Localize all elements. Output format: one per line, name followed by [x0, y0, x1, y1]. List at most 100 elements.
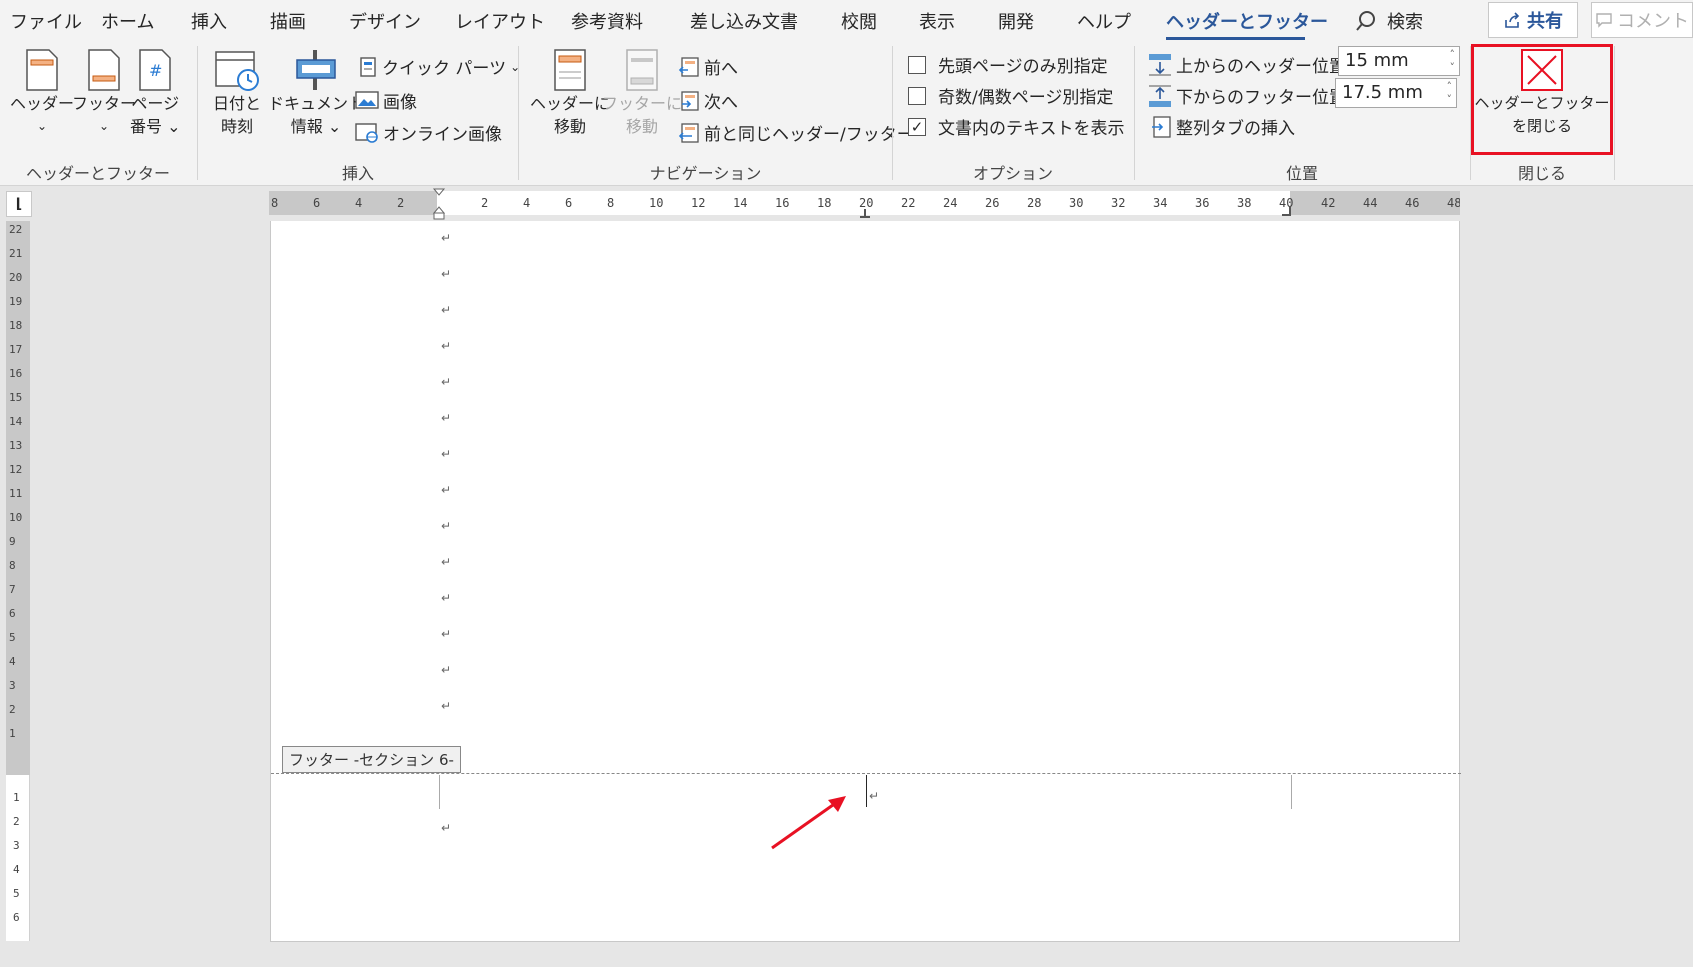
tab-references[interactable]: 参考資料: [571, 8, 643, 34]
go-to-footer-label-1: フッターに: [602, 94, 683, 113]
vruler-tick-label: 9: [9, 535, 16, 548]
footer-section-tag: フッター -セクション 6-: [282, 746, 461, 773]
vruler-tick-label: 15: [9, 391, 23, 404]
insert-alignment-tab-label: 整列タブの挿入: [1176, 119, 1295, 139]
show-document-text-checkbox[interactable]: ✓ 文書内のテキストを表示: [908, 114, 1125, 139]
tab-header-footer[interactable]: ヘッダーとフッター: [1166, 8, 1328, 34]
tab-review[interactable]: 校閲: [841, 8, 877, 34]
group-label-navigation: ナビゲーション: [649, 164, 762, 183]
vruler-tick-label: 16: [9, 367, 23, 380]
vruler-tick-label: 6: [9, 607, 16, 620]
vruler-tick-label: 11: [9, 487, 23, 500]
tab-home[interactable]: ホーム: [101, 8, 154, 34]
paragraph-mark: ↵: [441, 663, 452, 677]
tab-layout[interactable]: レイアウト: [455, 8, 545, 34]
link-to-previous-label: 前と同じヘッダー/フッター: [704, 125, 914, 145]
go-to-header-button[interactable]: ヘッダーに 移動: [530, 48, 610, 138]
paragraph-mark: ↵: [441, 303, 452, 317]
document-info-label-2: 情報 ⌄: [290, 117, 342, 136]
image-label: 画像: [383, 93, 417, 113]
header-button-label: ヘッダー: [10, 94, 75, 113]
online-image-button[interactable]: オンライン画像: [355, 120, 502, 145]
image-button[interactable]: 画像: [355, 88, 417, 113]
link-to-previous-button[interactable]: 前と同じヘッダー/フッター: [678, 120, 914, 145]
page-number-label-1: ページ: [131, 94, 180, 113]
ruler-tick-label: 12: [691, 196, 706, 210]
tab-file[interactable]: ファイル: [10, 8, 82, 34]
tab-selector[interactable]: ⌊: [6, 191, 32, 217]
left-margin-bracket: [439, 775, 440, 809]
paragraph-mark: ↵: [441, 483, 452, 497]
paragraph-mark: ↵: [441, 699, 452, 713]
quick-parts-button[interactable]: クイック パーツ ⌄: [358, 54, 520, 79]
ruler-tick-label: 2: [481, 196, 489, 210]
vruler-tick-label: 10: [9, 511, 23, 524]
different-first-page-label: 先頭ページのみ別指定: [938, 57, 1108, 77]
spinner-arrows-icon[interactable]: ˄ ˅: [1447, 80, 1453, 106]
comment-button[interactable]: コメント: [1591, 2, 1693, 38]
search-box[interactable]: 検索: [1355, 8, 1423, 34]
search-icon: [1356, 11, 1375, 31]
previous-section-icon: [678, 56, 699, 77]
paragraph-mark: ↵: [441, 339, 452, 353]
group-separator: [1614, 46, 1615, 180]
checkbox-unchecked[interactable]: [908, 55, 926, 74]
right-tab-icon[interactable]: [1280, 207, 1294, 219]
center-tab-icon[interactable]: [858, 209, 872, 219]
ruler-tick-label: 14: [733, 196, 748, 210]
close-header-footer-button[interactable]: ヘッダーとフッター を閉じる: [1474, 48, 1610, 138]
header-position-icon: [1149, 53, 1171, 75]
go-to-header-label-1: ヘッダーに: [530, 94, 611, 113]
paragraph-mark: ↵: [441, 267, 452, 281]
tab-developer[interactable]: 開発: [998, 8, 1034, 34]
vruler-tick-label: 1: [13, 791, 20, 804]
header-doc-icon: [26, 49, 58, 91]
go-to-header-label-2: 移動: [554, 117, 587, 136]
checkbox-unchecked[interactable]: [908, 86, 926, 105]
ruler-tick-label: 36: [1195, 196, 1210, 210]
date-time-button[interactable]: 日付と 時刻: [213, 48, 261, 138]
checkmark-icon[interactable]: ✓: [908, 117, 926, 136]
tab-insert[interactable]: 挿入: [191, 8, 227, 34]
tab-design[interactable]: デザイン: [349, 8, 421, 34]
different-odd-even-checkbox[interactable]: 奇数/偶数ページ別指定: [908, 83, 1113, 108]
vruler-tick-label: 8: [9, 559, 16, 572]
footer-paragraph-mark: ↵: [869, 789, 880, 803]
vruler-tick-label: 3: [13, 839, 20, 852]
alignment-tab-icon: [1152, 115, 1171, 138]
insert-alignment-tab-button[interactable]: 整列タブの挿入: [1150, 114, 1295, 139]
ruler-tick-label: 4: [355, 196, 363, 210]
go-to-footer-button[interactable]: フッターに 移動: [602, 48, 682, 138]
date-time-label-1: 日付と: [213, 94, 262, 113]
different-first-page-checkbox[interactable]: 先頭ページのみ別指定: [908, 52, 1108, 77]
group-label-options: オプション: [972, 164, 1053, 183]
header-button[interactable]: ヘッダー ⌄: [10, 48, 74, 138]
footer-button[interactable]: フッター ⌄: [72, 48, 136, 138]
ruler-tick-label: 2: [397, 196, 405, 210]
page-number-button[interactable]: # ページ 番号 ⌄: [130, 48, 181, 138]
quick-parts-icon: [360, 56, 376, 77]
right-margin-bracket: [1291, 775, 1292, 809]
next-button[interactable]: 次へ: [678, 88, 738, 113]
share-button[interactable]: 共有: [1488, 2, 1578, 38]
spinner-arrows-icon[interactable]: ˄ ˅: [1450, 48, 1456, 74]
ruler-tick-label: 8: [607, 196, 615, 210]
tab-mailings[interactable]: 差し込み文書: [690, 8, 798, 34]
document-info-button[interactable]: ドキュメント 情報 ⌄: [268, 48, 364, 138]
tab-view[interactable]: 表示: [919, 8, 955, 34]
ruler-tick-label: 24: [943, 196, 958, 210]
tab-help[interactable]: ヘルプ: [1077, 8, 1131, 34]
vertical-ruler[interactable]: 22 21 20 19 18 17 16 15 14 13 12 11 10 9 8 7 6 5 4 3 2 1 1 2 3 4 5…: [6, 221, 30, 941]
close-x-icon: [1521, 49, 1563, 91]
ruler-tick-label: 34: [1153, 196, 1168, 210]
previous-button[interactable]: 前へ: [678, 54, 738, 79]
indent-marker-icon[interactable]: [432, 187, 446, 221]
calendar-clock-icon: [215, 51, 259, 91]
ruler-tick-label: 22: [901, 196, 916, 210]
document-page[interactable]: ↵ ↵ ↵ ↵ ↵ ↵ ↵ ↵ ↵ ↵ ↵ ↵ ↵ ↵ フッター -セクション 6- ↵ ↵: [270, 221, 1461, 942]
vruler-tick-label: 5: [13, 887, 20, 900]
tab-draw[interactable]: 描画: [270, 8, 306, 34]
paragraph-mark: ↵: [441, 447, 452, 461]
header-position-input[interactable]: 15 mm ˄ ˅: [1338, 46, 1460, 76]
footer-position-input[interactable]: 17.5 mm ˄ ˅: [1335, 78, 1457, 108]
